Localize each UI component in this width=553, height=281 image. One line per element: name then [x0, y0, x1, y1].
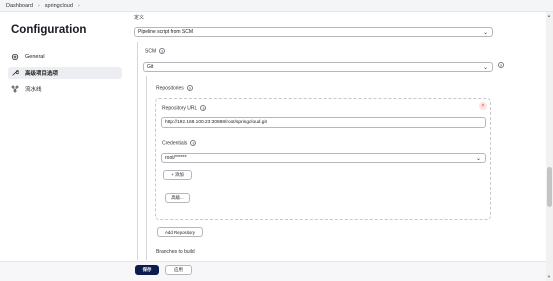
- help-icon[interactable]: ?: [190, 140, 197, 146]
- add-credential-button[interactable]: + 添加: [163, 170, 192, 180]
- help-icon[interactable]: ?: [200, 105, 207, 111]
- repository-url-label: Repository URL?: [162, 105, 207, 112]
- definition-select[interactable]: Pipeline script from SCM ⌄: [134, 27, 493, 37]
- advanced-button[interactable]: 高级...: [165, 193, 190, 203]
- form-footer: [0, 261, 548, 281]
- pipeline-icon: [11, 85, 19, 93]
- sidebar-item-label: 高级项目选项: [25, 71, 59, 77]
- chevron-down-icon: ⌄: [482, 30, 488, 36]
- sidebar-item-label: 流水线: [25, 87, 42, 93]
- sidebar-item-advanced[interactable]: 高级项目选项: [8, 67, 122, 79]
- breadcrumb-item-dashboard[interactable]: Dashboard: [6, 3, 33, 9]
- section-indent-line: [137, 42, 138, 260]
- scrollbar-thumb[interactable]: [547, 167, 552, 207]
- definition-value: Pipeline script from SCM: [138, 29, 194, 35]
- breadcrumb-separator: ›: [77, 2, 80, 9]
- repositories-label: Repositories?: [156, 85, 193, 92]
- credentials-label: Credentials?: [162, 140, 197, 147]
- repository-url-input[interactable]: http://192.168.100.23:30888/root/springc…: [161, 117, 486, 128]
- close-icon[interactable]: ×: [479, 102, 487, 110]
- breadcrumb: Dashboard › springcloud ›: [0, 0, 553, 12]
- wrench-icon: [11, 69, 19, 77]
- help-icon[interactable]: ?: [498, 62, 504, 68]
- chevron-down-icon: ⌄: [482, 65, 488, 71]
- credentials-select[interactable]: root/****** ⌄: [161, 153, 486, 163]
- apply-button[interactable]: 应用: [165, 265, 192, 275]
- definition-label: 定义: [134, 15, 145, 21]
- sidebar-item-pipeline[interactable]: 流水线: [8, 83, 122, 95]
- help-icon[interactable]: ?: [159, 48, 166, 54]
- add-repository-button[interactable]: Add Repository: [157, 227, 203, 237]
- scm-label: SCM?: [145, 48, 166, 55]
- gear-icon: [11, 53, 19, 61]
- page-title: Configuration: [11, 24, 87, 36]
- breadcrumb-item-project[interactable]: springcloud: [45, 3, 73, 9]
- scroll-down-icon[interactable]: ▼: [547, 274, 551, 279]
- sidebar-item-general[interactable]: General: [8, 51, 122, 63]
- credentials-value: root/******: [165, 155, 187, 161]
- branches-to-build-label: Branches to build: [156, 249, 195, 255]
- scm-select[interactable]: Git ⌄: [143, 62, 493, 72]
- breadcrumb-separator: ›: [37, 2, 40, 9]
- scroll-up-icon[interactable]: ▲: [547, 13, 551, 18]
- save-button[interactable]: 保存: [135, 265, 159, 275]
- chevron-down-icon: ⌄: [475, 156, 481, 162]
- sidebar-item-label: General: [25, 54, 45, 60]
- scm-value: Git: [147, 64, 154, 70]
- scrollbar[interactable]: ▲ ▼: [546, 12, 553, 281]
- section-indent-line: [146, 76, 147, 260]
- help-icon[interactable]: ?: [186, 85, 193, 91]
